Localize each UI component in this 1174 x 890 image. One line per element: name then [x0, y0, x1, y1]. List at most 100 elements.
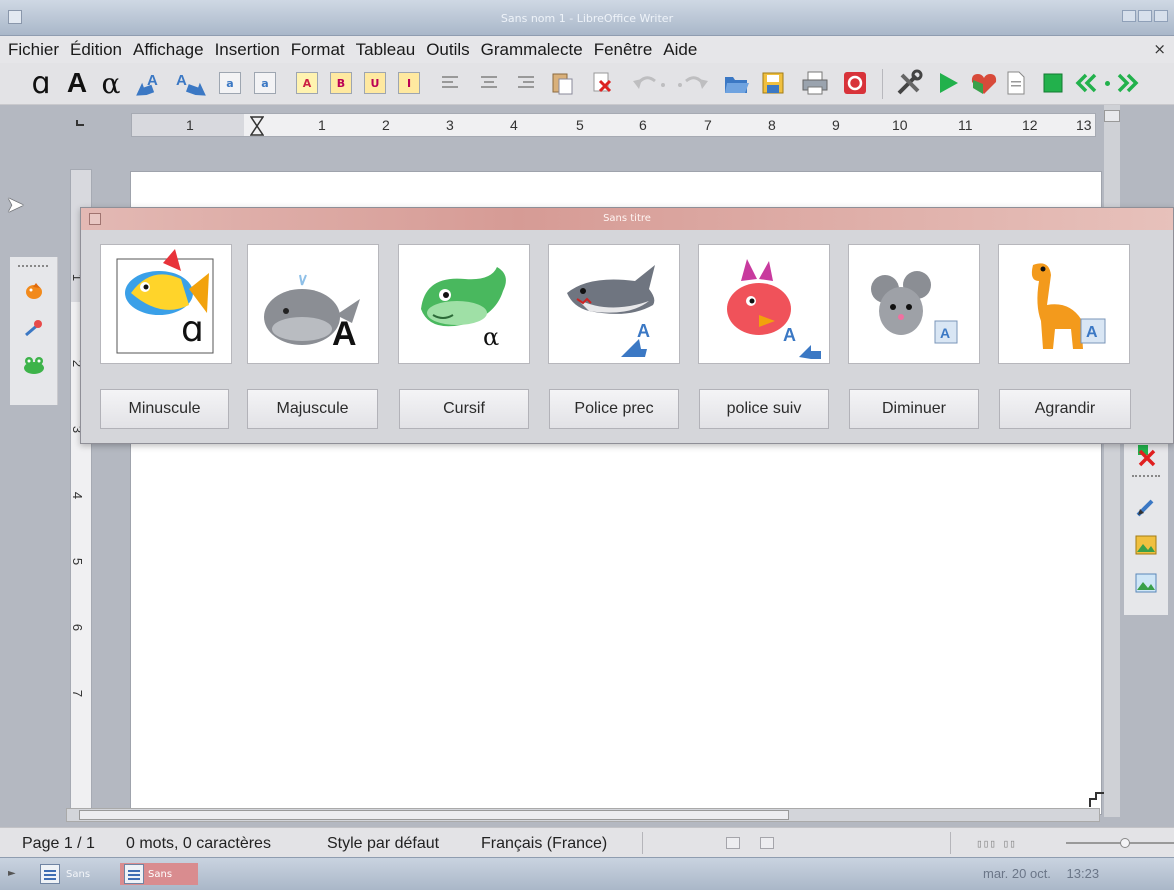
- card-majuscule[interactable]: A: [247, 244, 379, 364]
- close-document-button[interactable]: ×: [1153, 40, 1166, 58]
- underline-button[interactable]: U: [364, 72, 386, 94]
- open-button[interactable]: [722, 68, 750, 98]
- tray-time[interactable]: 13:23: [1067, 866, 1100, 881]
- insert-mode-icon[interactable]: [726, 837, 740, 849]
- indent-marker-icon[interactable]: [250, 116, 264, 136]
- open-folder-icon: [725, 77, 749, 93]
- menu-insertion[interactable]: Insertion: [215, 40, 280, 60]
- delete-button[interactable]: [590, 68, 616, 98]
- new-document-button[interactable]: [1005, 68, 1027, 98]
- font-next-button[interactable]: A: [173, 68, 209, 98]
- ruler-number: 2: [382, 117, 390, 133]
- image-icon[interactable]: [1134, 533, 1158, 557]
- save-button[interactable]: [760, 68, 786, 98]
- card-agrandir[interactable]: A: [998, 244, 1130, 364]
- edit-icon[interactable]: [1134, 495, 1158, 519]
- card-diminuer[interactable]: A: [848, 244, 980, 364]
- cursif-button[interactable]: Cursif: [399, 389, 529, 429]
- extension-button[interactable]: [968, 68, 1000, 98]
- police-suiv-button[interactable]: police suiv: [699, 389, 829, 429]
- menu-fichier[interactable]: Fichier: [8, 40, 59, 60]
- tools-button[interactable]: [893, 68, 925, 98]
- horizontal-scrollbar[interactable]: [66, 808, 1100, 822]
- minimize-button[interactable]: [1122, 10, 1136, 22]
- align-center-button[interactable]: [479, 68, 499, 98]
- play-icon: [940, 73, 958, 93]
- dinosaur-icon: A: [1031, 263, 1106, 349]
- menu-format[interactable]: Format: [291, 40, 345, 60]
- selection-mode-icon[interactable]: [760, 837, 774, 849]
- menu-aide[interactable]: Aide: [663, 40, 697, 60]
- scrollbar-thumb[interactable]: [79, 810, 789, 820]
- scroll-up-button[interactable]: [1104, 110, 1120, 122]
- status-page[interactable]: Page 1 / 1: [22, 835, 95, 853]
- zoom-slider-knob[interactable]: [1120, 838, 1130, 848]
- agrandir-button[interactable]: Agrandir: [999, 389, 1131, 429]
- resize-grip-icon[interactable]: [1086, 789, 1106, 809]
- tab-stop-icon[interactable]: [76, 120, 84, 126]
- undo-button[interactable]: [630, 68, 670, 98]
- panel-grip[interactable]: [18, 265, 48, 267]
- card-minuscule[interactable]: ɑ: [100, 244, 232, 364]
- redo-button[interactable]: [675, 68, 715, 98]
- frog-icon[interactable]: [22, 353, 46, 377]
- delete-x-icon[interactable]: [1134, 443, 1158, 467]
- lowercase-button[interactable]: ɑ: [28, 66, 54, 101]
- fish-icon: [116, 249, 214, 354]
- bold-icon: B: [336, 76, 346, 90]
- police-prec-button[interactable]: Police prec: [549, 389, 679, 429]
- bold-button[interactable]: B: [330, 72, 352, 94]
- ruler-number: 5: [70, 557, 86, 566]
- panel-grip[interactable]: [1132, 475, 1160, 477]
- shark-arrow-icon[interactable]: [22, 317, 46, 341]
- italic-button[interactable]: I: [398, 72, 420, 94]
- fish-icon[interactable]: [22, 279, 46, 303]
- menu-grammalecte[interactable]: Grammalecte: [481, 40, 583, 60]
- align-right-button[interactable]: [516, 68, 536, 98]
- decrease-size-button[interactable]: a: [219, 72, 241, 94]
- taskbar-item[interactable]: Sans: [36, 863, 116, 885]
- stop-button[interactable]: [1040, 68, 1066, 98]
- menu-affichage[interactable]: Affichage: [133, 40, 204, 60]
- toolbar-dialog: Sans titre ɑ A α A A A A Minuscule Majus…: [80, 207, 1174, 444]
- card-police-prec[interactable]: A: [548, 244, 680, 364]
- menu-edition[interactable]: Édition: [70, 40, 122, 60]
- window-titlebar: Sans nom 1 - LibreOffice Writer: [0, 0, 1174, 36]
- paste-button[interactable]: [548, 68, 576, 98]
- horizontal-ruler[interactable]: 1 1 2 3 4 5 6 7 8 9 10 11 12 13: [131, 113, 1096, 137]
- picture-icon[interactable]: [1134, 571, 1158, 595]
- status-language[interactable]: Français (France): [481, 835, 607, 853]
- pdf-export-button[interactable]: [842, 68, 868, 98]
- tray-date[interactable]: mar. 20 oct.: [983, 866, 1051, 881]
- menu-tableau[interactable]: Tableau: [356, 40, 416, 60]
- uppercase-button[interactable]: A: [64, 67, 90, 98]
- font-color-button[interactable]: A: [296, 72, 318, 94]
- menu-fenetre[interactable]: Fenêtre: [594, 40, 653, 60]
- card-police-suiv[interactable]: A: [698, 244, 830, 364]
- align-left-button[interactable]: [440, 68, 460, 98]
- save-icon: [762, 72, 784, 94]
- maximize-button[interactable]: [1138, 10, 1152, 22]
- font-previous-button[interactable]: A: [133, 68, 167, 98]
- print-button[interactable]: [800, 68, 830, 98]
- previous-button[interactable]: [1074, 68, 1100, 98]
- status-page-style[interactable]: Style par défaut: [327, 835, 439, 853]
- cursive-button[interactable]: α: [98, 67, 124, 100]
- view-layout-icon[interactable]: ▯▯▯ ▯▯: [976, 837, 1016, 850]
- dialog-titlebar[interactable]: Sans titre: [81, 208, 1173, 230]
- majuscule-button[interactable]: Majuscule: [247, 389, 378, 429]
- status-word-count[interactable]: 0 mots, 0 caractères: [126, 835, 271, 853]
- menu-outils[interactable]: Outils: [426, 40, 469, 60]
- next-button[interactable]: [1114, 68, 1140, 98]
- run-button[interactable]: [934, 68, 962, 98]
- minuscule-button[interactable]: Minuscule: [100, 389, 229, 429]
- diminuer-button[interactable]: Diminuer: [849, 389, 979, 429]
- start-arrow-icon[interactable]: ►: [8, 868, 16, 879]
- card-cursif[interactable]: α: [398, 244, 530, 364]
- taskbar-item-active[interactable]: Sans: [120, 863, 198, 885]
- left-sidebar-panel: [10, 257, 58, 405]
- increase-size-button[interactable]: a: [254, 72, 276, 94]
- ruler-number: 3: [446, 117, 454, 133]
- ruler-number: 6: [639, 117, 647, 133]
- close-window-button[interactable]: [1154, 10, 1168, 22]
